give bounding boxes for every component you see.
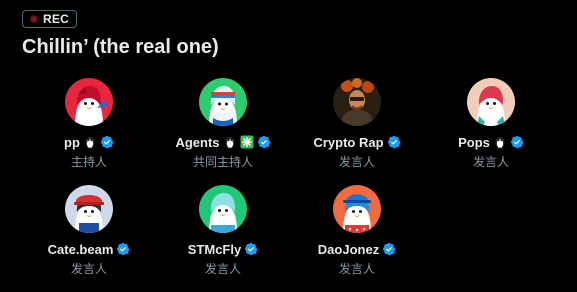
speaker-role: 发言人 (338, 155, 375, 169)
speaker-card-pp[interactable]: pp 主持人 (22, 78, 156, 185)
speaker-card-agents[interactable]: Agents 共同主持人 (156, 78, 290, 185)
space-title: Chillin’ (the real one) (22, 36, 219, 58)
speaker-role: 发言人 (472, 155, 509, 169)
verified-badge-icon (387, 135, 401, 149)
verified-badge-icon (257, 135, 271, 149)
speaker-role: 发言人 (204, 262, 241, 276)
penguin-avatar-cap[interactable] (65, 185, 113, 233)
recording-badge: REC (22, 10, 77, 28)
speaker-name: Pops (458, 134, 490, 150)
verified-badge-icon (510, 135, 524, 149)
speaker-role: 发言人 (338, 262, 375, 276)
speaker-name: DaoJonez (317, 241, 380, 257)
speaker-role: 主持人 (70, 155, 107, 169)
speaker-role: 共同主持人 (192, 155, 253, 169)
speaker-card-crypto-rap[interactable]: Crypto Rap 发言人 (290, 78, 424, 185)
speaker-name: Agents (175, 134, 220, 150)
record-dot-icon (30, 15, 38, 23)
speaker-name: Crypto Rap (313, 134, 384, 150)
penguin-avatar-red[interactable] (65, 78, 113, 126)
speaker-card-daojonez[interactable]: DaoJonez 发言人 (290, 185, 424, 292)
speaker-card-stmcfly[interactable]: STMcFly 发言人 (156, 185, 290, 292)
penguin-icon (493, 135, 507, 149)
verified-badge-icon (244, 242, 258, 256)
asterisk-icon (240, 135, 254, 149)
person-photo-avatar[interactable] (333, 78, 381, 126)
verified-badge-icon (116, 242, 130, 256)
penguin-avatar-headband[interactable] (199, 78, 247, 126)
speaker-role: 发言人 (70, 262, 107, 276)
speaker-name: pp (64, 134, 80, 150)
penguin-avatar-pink[interactable] (467, 78, 515, 126)
penguin-icon (223, 135, 237, 149)
penguin-avatar-mint[interactable] (199, 185, 247, 233)
speaker-grid: pp 主持人 Agents 共同主持人 Crypto Rap 发言人 Pops … (22, 78, 557, 292)
verified-badge-icon (382, 242, 396, 256)
verified-badge-icon (100, 135, 114, 149)
speaker-name: Cate.beam (47, 241, 114, 257)
recording-label: REC (43, 12, 69, 26)
speaker-name: STMcFly (187, 241, 242, 257)
speaker-card-pops[interactable]: Pops 发言人 (424, 78, 558, 185)
penguin-icon (83, 135, 97, 149)
speaker-card-cate-beam[interactable]: Cate.beam 发言人 (22, 185, 156, 292)
penguin-avatar-hat[interactable] (333, 185, 381, 233)
